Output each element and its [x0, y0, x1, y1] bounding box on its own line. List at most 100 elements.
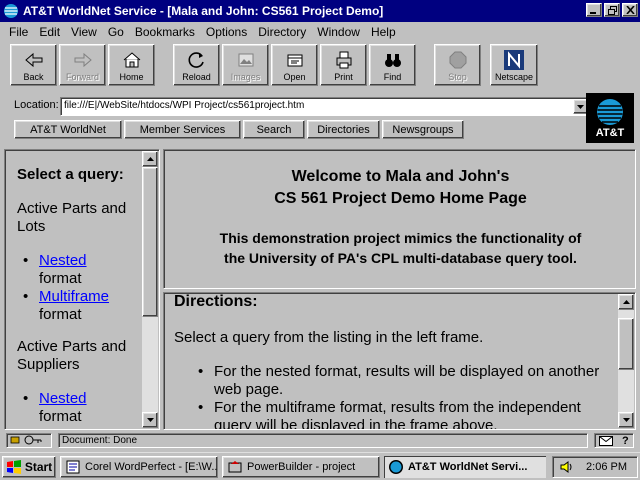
netscape-label: Netscape — [494, 72, 534, 82]
chevron-up-icon — [146, 157, 154, 161]
format-text: format — [39, 306, 82, 323]
tray-clock: 2:06 PM — [586, 461, 627, 473]
scroll-thumb[interactable] — [618, 318, 634, 370]
open-button[interactable]: Open — [271, 44, 318, 86]
find-button[interactable]: Find — [369, 44, 416, 86]
stop-icon — [449, 51, 466, 69]
location-input-box[interactable]: file:///E|/WebSite/htdocs/WPI Project/cs… — [60, 97, 590, 116]
dir-button-newsgroups[interactable]: Newsgroups — [382, 120, 464, 139]
location-bar: Location: file:///E|/WebSite/htdocs/WPI … — [10, 96, 590, 116]
stop-button[interactable]: Stop — [434, 44, 481, 86]
scroll-down-button[interactable] — [142, 412, 158, 428]
project-description: This demonstration project mimics the fu… — [164, 228, 637, 268]
menu-view[interactable]: View — [66, 25, 103, 39]
dir-button-directories[interactable]: Directories — [307, 120, 380, 139]
open-icon — [287, 54, 302, 67]
menu-bookmarks[interactable]: Bookmarks — [130, 25, 201, 39]
menu-window[interactable]: Window — [312, 25, 366, 39]
att-logo[interactable]: AT&T — [586, 93, 634, 143]
location-label: Location: — [14, 99, 59, 111]
binoculars-icon — [384, 54, 401, 67]
minimize-button[interactable] — [586, 3, 602, 17]
dir-button-att-worldnet[interactable]: AT&T WorldNet — [14, 120, 122, 139]
scroll-down-button[interactable] — [618, 412, 634, 428]
query-group-title: Active Parts and Suppliers — [17, 338, 127, 373]
att-globe-icon — [389, 460, 403, 474]
netscape-n-icon — [504, 50, 524, 70]
left-scrollbar[interactable] — [142, 151, 158, 428]
back-button[interactable]: Back — [10, 44, 57, 86]
task-powerbuilder[interactable]: PowerBuilder - project — [222, 456, 380, 478]
broken-key-icon — [10, 435, 42, 445]
multiframe-link[interactable]: Multiframe — [39, 288, 109, 305]
menu-go[interactable]: Go — [103, 25, 130, 39]
reload-button[interactable]: Reload — [173, 44, 220, 86]
stop-label: Stop — [448, 72, 467, 82]
menu-file[interactable]: File — [4, 25, 34, 39]
find-label: Find — [383, 72, 402, 82]
location-input[interactable]: file:///E|/WebSite/htdocs/WPI Project/cs… — [64, 100, 304, 111]
bottom-frame: Directions: Select a query from the list… — [163, 292, 636, 430]
menu-edit[interactable]: Edit — [34, 25, 66, 39]
wordperfect-icon — [66, 460, 80, 474]
nested-link[interactable]: Nested — [39, 390, 87, 407]
list-item: Multiframe format — [23, 288, 143, 324]
netscape-button[interactable]: Netscape — [490, 44, 538, 86]
chevron-down-icon — [622, 418, 630, 422]
list-item: Nested format — [23, 252, 143, 288]
att-logo-text: AT&T — [595, 126, 625, 139]
menu-directory[interactable]: Directory — [253, 25, 312, 39]
forward-label: Forward — [65, 72, 99, 82]
scroll-up-button[interactable] — [618, 294, 634, 310]
menu-bar: File Edit View Go Bookmarks Options Dire… — [0, 22, 640, 41]
start-label: Start — [24, 460, 53, 474]
task-label: PowerBuilder - project — [247, 461, 356, 473]
description-line-1: This demonstration project mimics the fu… — [219, 230, 582, 246]
menu-help[interactable]: Help — [366, 25, 402, 39]
format-text: format — [39, 270, 82, 287]
query-group-parts-suppliers: Active Parts and Suppliers Nested format — [17, 338, 143, 426]
nested-link[interactable]: Nested — [39, 252, 87, 269]
print-button[interactable]: Print — [320, 44, 367, 86]
back-label: Back — [23, 72, 44, 82]
reload-label: Reload — [182, 72, 211, 82]
restore-button[interactable] — [604, 3, 620, 17]
windows-logo-icon — [6, 460, 21, 474]
list-item: For the multiframe format, results from … — [198, 399, 614, 429]
dir-button-member-services[interactable]: Member Services — [124, 120, 241, 139]
title-bar[interactable]: AT&T WorldNet Service - [Mala and John: … — [0, 0, 640, 22]
menu-options[interactable]: Options — [201, 25, 253, 39]
query-list: Select a query: Active Parts and Lots Ne… — [17, 166, 143, 429]
welcome-line-2: CS 561 Project Demo Home Page — [274, 190, 527, 207]
security-key-icon[interactable] — [6, 433, 52, 448]
close-icon — [625, 6, 635, 14]
scroll-up-button[interactable] — [142, 151, 158, 167]
window-title: AT&T WorldNet Service - [Mala and John: … — [23, 4, 384, 18]
forward-arrow-icon — [74, 52, 92, 68]
images-icon — [238, 53, 253, 67]
dir-button-search[interactable]: Search — [243, 120, 305, 139]
task-att-worldnet[interactable]: AT&T WorldNet Servi... — [384, 456, 546, 478]
right-scrollbar[interactable] — [618, 294, 634, 428]
scroll-thumb[interactable] — [142, 167, 158, 317]
speaker-icon[interactable] — [559, 459, 575, 475]
mail-icon[interactable] — [599, 435, 614, 446]
query-group-parts-lots: Active Parts and Lots Nested format Mult… — [17, 200, 143, 324]
welcome-line-1: Welcome to Mala and John's — [291, 168, 510, 185]
close-button[interactable] — [622, 3, 638, 17]
welcome-heading: Welcome to Mala and John's CS 561 Projec… — [164, 166, 637, 210]
chevron-down-icon — [577, 104, 584, 109]
list-item: For the nested format, results will be d… — [198, 363, 614, 399]
taskbar: Start Corel WordPerfect - [E:\W... Power… — [0, 452, 640, 480]
images-button[interactable]: Images — [222, 44, 269, 86]
directions-intro: Select a query from the listing in the l… — [174, 329, 484, 346]
chevron-down-icon — [146, 418, 154, 422]
home-button[interactable]: Home — [108, 44, 155, 86]
start-button[interactable]: Start — [2, 456, 56, 478]
status-mail-area: ? — [594, 433, 634, 448]
minimize-icon — [590, 12, 596, 14]
task-corel-wordperfect[interactable]: Corel WordPerfect - [E:\W... — [60, 456, 218, 478]
top-frame: Welcome to Mala and John's CS 561 Projec… — [163, 149, 636, 289]
forward-button[interactable]: Forward — [59, 44, 106, 86]
help-icon[interactable]: ? — [622, 435, 629, 447]
